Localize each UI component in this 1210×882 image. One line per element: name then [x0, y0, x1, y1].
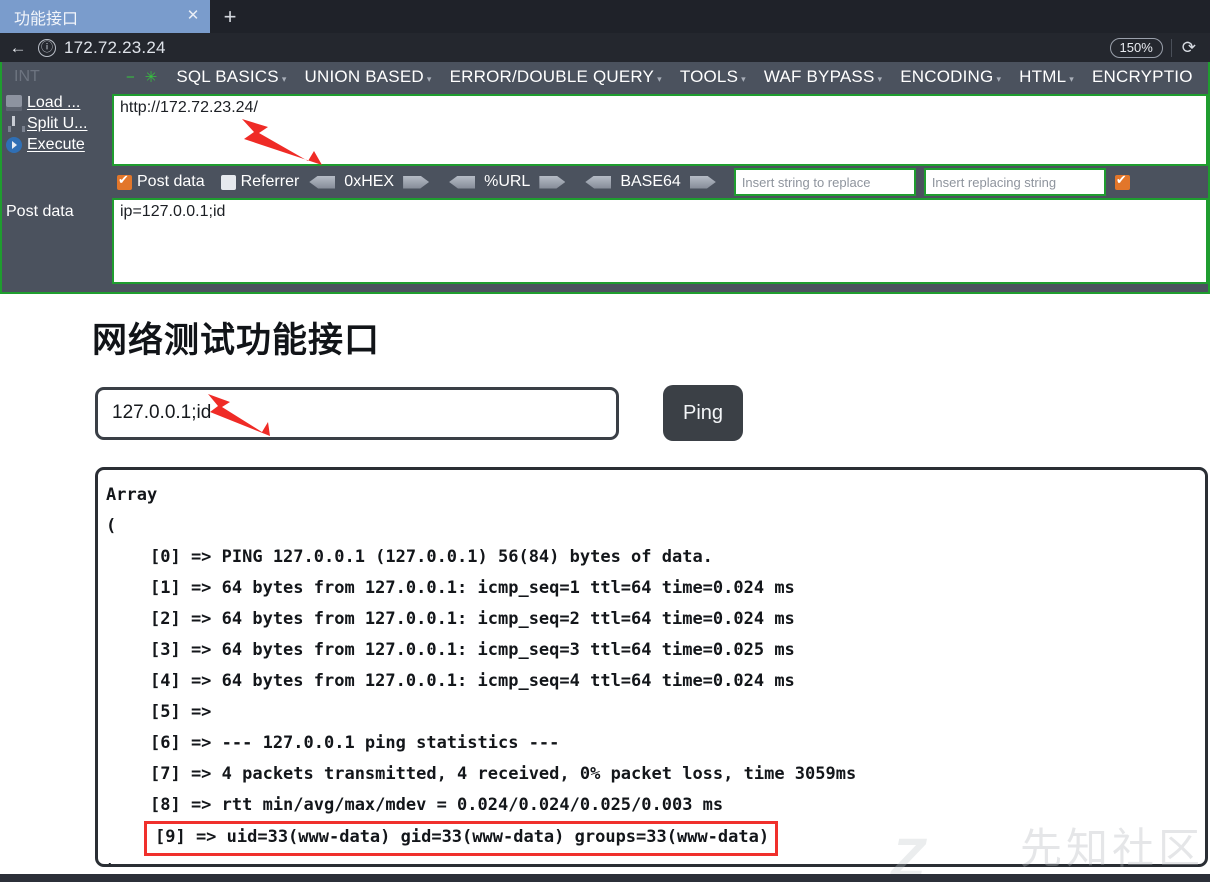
menu-item-label: ENCODING	[900, 67, 994, 86]
menu-item-label: UNION BASED	[304, 67, 424, 86]
post-data-textarea[interactable]: ip=127.0.0.1;id	[112, 198, 1208, 284]
browser-tab[interactable]: 功能接口 ✕	[0, 0, 210, 33]
encoder-hex-label: 0xHEX	[344, 173, 395, 190]
load-url-button[interactable]: Load ...	[6, 94, 112, 112]
menu-item-sql-basics[interactable]: SQL BASICS ▾	[167, 67, 295, 87]
menu-item-tools[interactable]: TOOLS ▾	[671, 67, 755, 87]
ping-output: Array ( [0] => PING 127.0.0.1 (127.0.0.1…	[95, 467, 1208, 867]
play-icon	[6, 137, 22, 153]
referrer-checkbox-label: Referrer	[240, 173, 300, 190]
execute-label: Execute	[27, 136, 85, 153]
browser-address-bar: ← ⓘ 172.72.23.24 150% ⟳	[0, 33, 1210, 62]
execute-button[interactable]: Execute	[6, 136, 112, 154]
replace-from-input[interactable]: Insert string to replace	[733, 168, 916, 196]
split-url-label: Split U...	[27, 115, 88, 132]
menu-item-html[interactable]: HTML ▾	[1010, 67, 1083, 87]
menu-item-label: ENCRYPTIO	[1091, 67, 1193, 86]
output-line: [5] =>	[150, 702, 212, 722]
output-close-paren: )	[106, 856, 1205, 864]
menu-item-label: ERROR/DOUBLE QUERY	[449, 67, 655, 86]
post-data-checkbox-label: Post data	[137, 173, 205, 190]
replace-to-input[interactable]: Insert replacing string	[923, 168, 1106, 196]
output-open-paren: (	[106, 516, 117, 536]
menu-item-encryption[interactable]: ENCRYPTIO	[1083, 67, 1202, 87]
hackbar-menubar: INT − ✳ SQL BASICS ▾ UNION BASED ▾ ERROR…	[2, 62, 1208, 92]
menu-item-encoding[interactable]: ENCODING ▾	[891, 67, 1010, 87]
chevron-down-icon: ▾	[426, 73, 432, 84]
chevron-down-icon: ▾	[657, 73, 662, 84]
replace-enable-checkbox[interactable]	[1114, 172, 1130, 190]
output-line: [6] => --- 127.0.0.1 ping statistics ---	[150, 733, 560, 753]
chevron-down-icon: ▾	[741, 73, 746, 84]
page-content: 网络测试功能接口 127.0.0.1;id Ping Array ( [0] =…	[0, 312, 1210, 882]
ip-input[interactable]: 127.0.0.1;id	[95, 386, 619, 440]
ping-button[interactable]: Ping	[663, 385, 743, 441]
minimize-icon[interactable]: −	[118, 69, 143, 86]
encoder-url[interactable]: %URL	[439, 173, 575, 191]
site-info-icon[interactable]: ⓘ	[38, 38, 56, 57]
menu-item-label: WAF BYPASS	[763, 67, 875, 86]
output-header: Array	[106, 485, 158, 505]
hackbar-int-label: INT	[14, 68, 40, 85]
chevron-down-icon: ▾	[877, 73, 883, 84]
menu-item-label: TOOLS	[679, 67, 739, 86]
output-line: [8] => rtt min/avg/max/mdev = 0.024/0.02…	[150, 795, 724, 815]
back-arrow-icon[interactable]: ←	[6, 36, 30, 60]
menu-item-error-double-query[interactable]: ERROR/DOUBLE QUERY ▾	[441, 67, 671, 87]
output-highlighted-line: [9] => uid=33(www-data) gid=33(www-data)…	[144, 821, 779, 856]
menu-item-waf-bypass[interactable]: WAF BYPASS ▾	[755, 67, 891, 87]
url-input[interactable]: 172.72.23.24	[64, 38, 1102, 58]
chevron-down-icon: ▾	[996, 73, 1002, 84]
output-highlight-wrapper: [9] => uid=33(www-data) gid=33(www-data)…	[106, 821, 1205, 856]
menu-item-union-based[interactable]: UNION BASED ▾	[296, 67, 441, 87]
toolbar-divider	[1170, 38, 1172, 57]
browser-tab-title: 功能接口	[14, 10, 79, 28]
encoder-url-label: %URL	[484, 173, 531, 190]
hackbar-url-row: Load ... Split U... Execute http://172.7…	[2, 92, 1208, 166]
bottom-bar	[0, 874, 1210, 882]
ping-form: 127.0.0.1;id Ping	[95, 385, 1210, 441]
arrow-left-icon[interactable]	[309, 175, 336, 189]
load-url-label: Load ...	[27, 94, 81, 111]
new-tab-icon[interactable]: +	[210, 0, 250, 33]
arrow-left-icon[interactable]	[585, 175, 612, 189]
arrow-right-icon[interactable]	[689, 175, 716, 189]
close-icon[interactable]: ✕	[184, 7, 202, 26]
post-data-checkbox[interactable]: Post data	[117, 172, 205, 191]
checkbox-icon	[117, 172, 132, 190]
hackbar-panel: INT − ✳ SQL BASICS ▾ UNION BASED ▾ ERROR…	[0, 62, 1210, 294]
menu-item-label: SQL BASICS	[176, 67, 279, 86]
printer-icon	[6, 95, 22, 111]
split-icon	[6, 116, 25, 132]
encoder-hex[interactable]: 0xHEX	[299, 173, 439, 191]
browser-tab-strip: 功能接口 ✕ +	[0, 0, 1210, 33]
checkbox-icon	[220, 174, 236, 190]
asterisk-icon[interactable]: ✳	[143, 68, 168, 86]
reload-icon[interactable]: ⟳	[1180, 38, 1204, 58]
hackbar-action-list: Load ... Split U... Execute	[2, 92, 112, 166]
menu-item-label: HTML	[1019, 67, 1067, 86]
arrow-left-icon[interactable]	[449, 175, 476, 189]
output-line: [0] => PING 127.0.0.1 (127.0.0.1) 56(84)…	[150, 547, 713, 567]
chevron-down-icon: ▾	[1069, 73, 1074, 84]
output-line: [1] => 64 bytes from 127.0.0.1: icmp_seq…	[150, 578, 795, 598]
zoom-level-badge[interactable]: 150%	[1109, 37, 1163, 58]
hackbar-options-row: Post data Referrer 0xHEX %URL BASE64	[2, 166, 1208, 198]
hackbar-postdata-row: Post data ip=127.0.0.1;id	[2, 198, 1208, 284]
hackbar-url-textarea[interactable]: http://172.72.23.24/	[112, 94, 1208, 166]
chevron-down-icon: ▾	[281, 73, 287, 84]
encoder-base64-label: BASE64	[620, 173, 681, 190]
output-line: [4] => 64 bytes from 127.0.0.1: icmp_seq…	[150, 671, 795, 691]
referrer-checkbox[interactable]: Referrer	[220, 173, 300, 191]
page-title: 网络测试功能接口	[92, 321, 381, 361]
output-line: [7] => 4 packets transmitted, 4 received…	[150, 764, 857, 784]
output-line: [2] => 64 bytes from 127.0.0.1: icmp_seq…	[150, 609, 795, 629]
split-url-button[interactable]: Split U...	[6, 115, 112, 133]
encoder-base64[interactable]: BASE64	[575, 173, 725, 191]
output-line: [3] => 64 bytes from 127.0.0.1: icmp_seq…	[150, 640, 795, 660]
screen: 功能接口 ✕ + ← ⓘ 172.72.23.24 150% ⟳ INT − ✳…	[0, 0, 1210, 882]
arrow-right-icon[interactable]	[403, 175, 430, 189]
post-data-label: Post data	[6, 203, 74, 220]
arrow-right-icon[interactable]	[539, 175, 566, 189]
